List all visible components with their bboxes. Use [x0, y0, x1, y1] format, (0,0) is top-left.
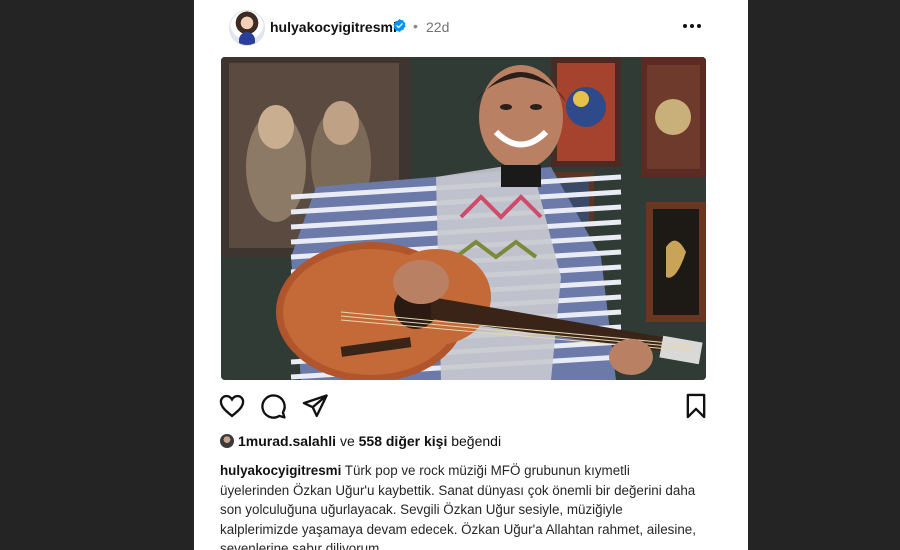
post-username[interactable]: hulyakocyigitresmi — [270, 19, 397, 35]
heart-icon[interactable] — [218, 392, 246, 420]
post-time[interactable]: 22d — [426, 19, 449, 35]
first-liker-link[interactable]: 1murad.salahli — [238, 433, 336, 449]
bookmark-icon[interactable] — [682, 392, 710, 420]
liker-avatar[interactable] — [220, 434, 234, 448]
likes-others-link[interactable]: 558 diğer kişi — [359, 433, 448, 449]
post-card: hulyakocyigitresmi • 22d 1murad.salahli … — [194, 0, 748, 550]
more-horizontal-icon[interactable] — [680, 14, 704, 38]
photo-illustration — [221, 57, 706, 380]
likes-summary: 1murad.salahli ve 558 diğer kişi beğendi — [220, 433, 501, 453]
likes-and: ve — [339, 433, 355, 449]
avatar-figure — [239, 32, 255, 45]
profile-avatar[interactable] — [229, 10, 265, 46]
page-backdrop: hulyakocyigitresmi • 22d 1murad.salahli … — [0, 0, 900, 550]
comment-icon[interactable] — [259, 392, 287, 420]
post-actions — [194, 392, 748, 422]
likes-liked-text: beğendi — [451, 433, 502, 449]
post-caption: hulyakocyigitresmi Türk pop ve rock müzi… — [220, 461, 698, 550]
post-header: hulyakocyigitresmi • 22d — [194, 8, 748, 48]
time-separator: • — [413, 18, 418, 34]
post-photo[interactable] — [221, 57, 706, 380]
caption-username[interactable]: hulyakocyigitresmi — [220, 463, 341, 478]
send-icon[interactable] — [301, 392, 329, 420]
verified-badge-icon — [393, 18, 406, 33]
